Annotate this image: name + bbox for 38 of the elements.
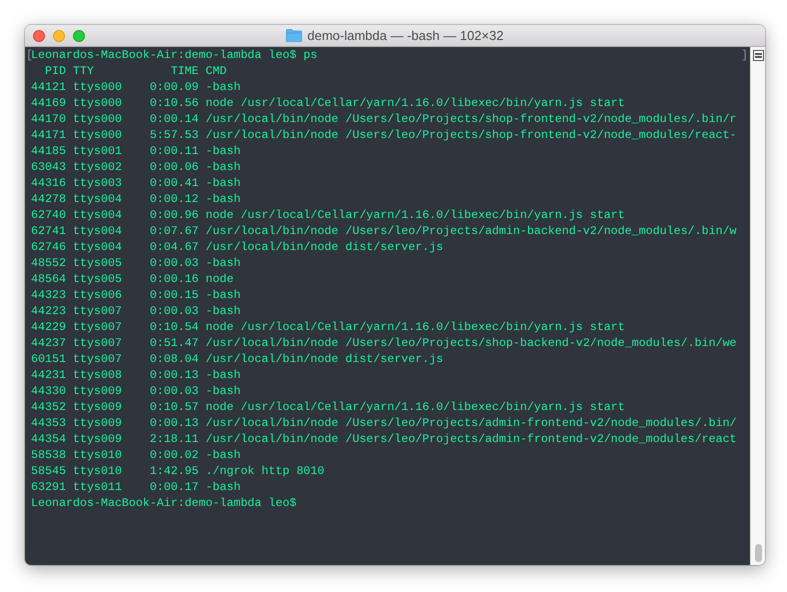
terminal-line: Leonardos-MacBook-Air:demo-lambda leo$: [31, 496, 296, 512]
terminal-line: 44278 ttys004 0:00.12 -bash: [31, 192, 241, 208]
terminal-line: 44121 ttys000 0:00.09 -bash: [31, 80, 241, 96]
terminal-line: PID TTY TIME CMD: [44, 64, 227, 80]
close-button[interactable]: [33, 30, 45, 42]
zoom-button[interactable]: [73, 30, 85, 42]
line-mark: [: [26, 48, 33, 64]
terminal-line: 44185 ttys001 0:00.11 -bash: [31, 144, 241, 160]
terminal-line: 44354 ttys009 2:18.11 /usr/local/bin/node /Users/leo/Projects/admin-frontend-v2/node_modules/react: [31, 432, 737, 448]
terminal-line: 44171 ttys000 5:57.53 /usr/local/bin/node /Users/leo/Projects/shop-frontend-v2/node_modules/react-: [31, 128, 737, 144]
line-mark: ]: [741, 48, 748, 64]
terminal-line: 63291 ttys011 0:00.17 -bash: [31, 480, 241, 496]
minimize-button[interactable]: [53, 30, 65, 42]
terminal-line: 44229 ttys007 0:10.54 node /usr/local/Cellar/yarn/1.16.0/libexec/bin/yarn.js start: [31, 320, 625, 336]
terminal-line: 60151 ttys007 0:08.04 /usr/local/bin/node dist/server.js: [31, 352, 444, 368]
terminal-line: 58545 ttys010 1:42.95 ./ngrok http 8010: [31, 464, 324, 480]
terminal-line: 62746 ttys004 0:04.67 /usr/local/bin/node dist/server.js: [31, 240, 444, 256]
terminal-line: 44170 ttys000 0:00.14 /usr/local/bin/node /Users/leo/Projects/shop-frontend-v2/node_modules/.bin/r: [31, 112, 737, 128]
terminal-line: 48552 ttys005 0:00.03 -bash: [31, 256, 241, 272]
terminal-line: 62741 ttys004 0:07.67 /usr/local/bin/node /Users/leo/Projects/admin-backend-v2/node_modules/.bin/w: [31, 224, 737, 240]
terminal-line: 44353 ttys009 0:00.13 /usr/local/bin/node /Users/leo/Projects/admin-frontend-v2/node_modules/.bin/: [31, 416, 737, 432]
terminal-line: 44231 ttys008 0:00.13 -bash: [31, 368, 241, 384]
terminal-line: Leonardos-MacBook-Air:demo-lambda leo$ ps: [31, 48, 318, 64]
terminal-line: 44323 ttys006 0:00.15 -bash: [31, 288, 241, 304]
terminal-line: 44169 ttys000 0:10.56 node /usr/local/Cellar/yarn/1.16.0/libexec/bin/yarn.js start: [31, 96, 625, 112]
window-title: demo-lambda — -bash — 102×32: [307, 28, 504, 43]
terminal-line: 44237 ttys007 0:51.47 /usr/local/bin/node /Users/leo/Projects/shop-backend-v2/node_modules/.bin/we: [31, 336, 737, 352]
terminal-line: 63043 ttys002 0:00.06 -bash: [31, 160, 241, 176]
terminal-line: 44352 ttys009 0:10.57 node /usr/local/Cellar/yarn/1.16.0/libexec/bin/yarn.js start: [31, 400, 625, 416]
terminal-line: 58538 ttys010 0:00.02 -bash: [31, 448, 241, 464]
scroll-thumb[interactable]: [754, 544, 762, 562]
terminal-line: 44316 ttys003 0:00.41 -bash: [31, 176, 241, 192]
terminal-line: 62740 ttys004 0:00.96 node /usr/local/Cellar/yarn/1.16.0/libexec/bin/yarn.js start: [31, 208, 625, 224]
terminal-line: 48564 ttys005 0:00.16 node: [31, 272, 234, 288]
terminal-line: 44330 ttys009 0:00.03 -bash: [31, 384, 241, 400]
split-pane-icon[interactable]: [752, 50, 764, 61]
terminal-line: 44223 ttys007 0:00.03 -bash: [31, 304, 241, 320]
folder-icon: [286, 29, 302, 42]
